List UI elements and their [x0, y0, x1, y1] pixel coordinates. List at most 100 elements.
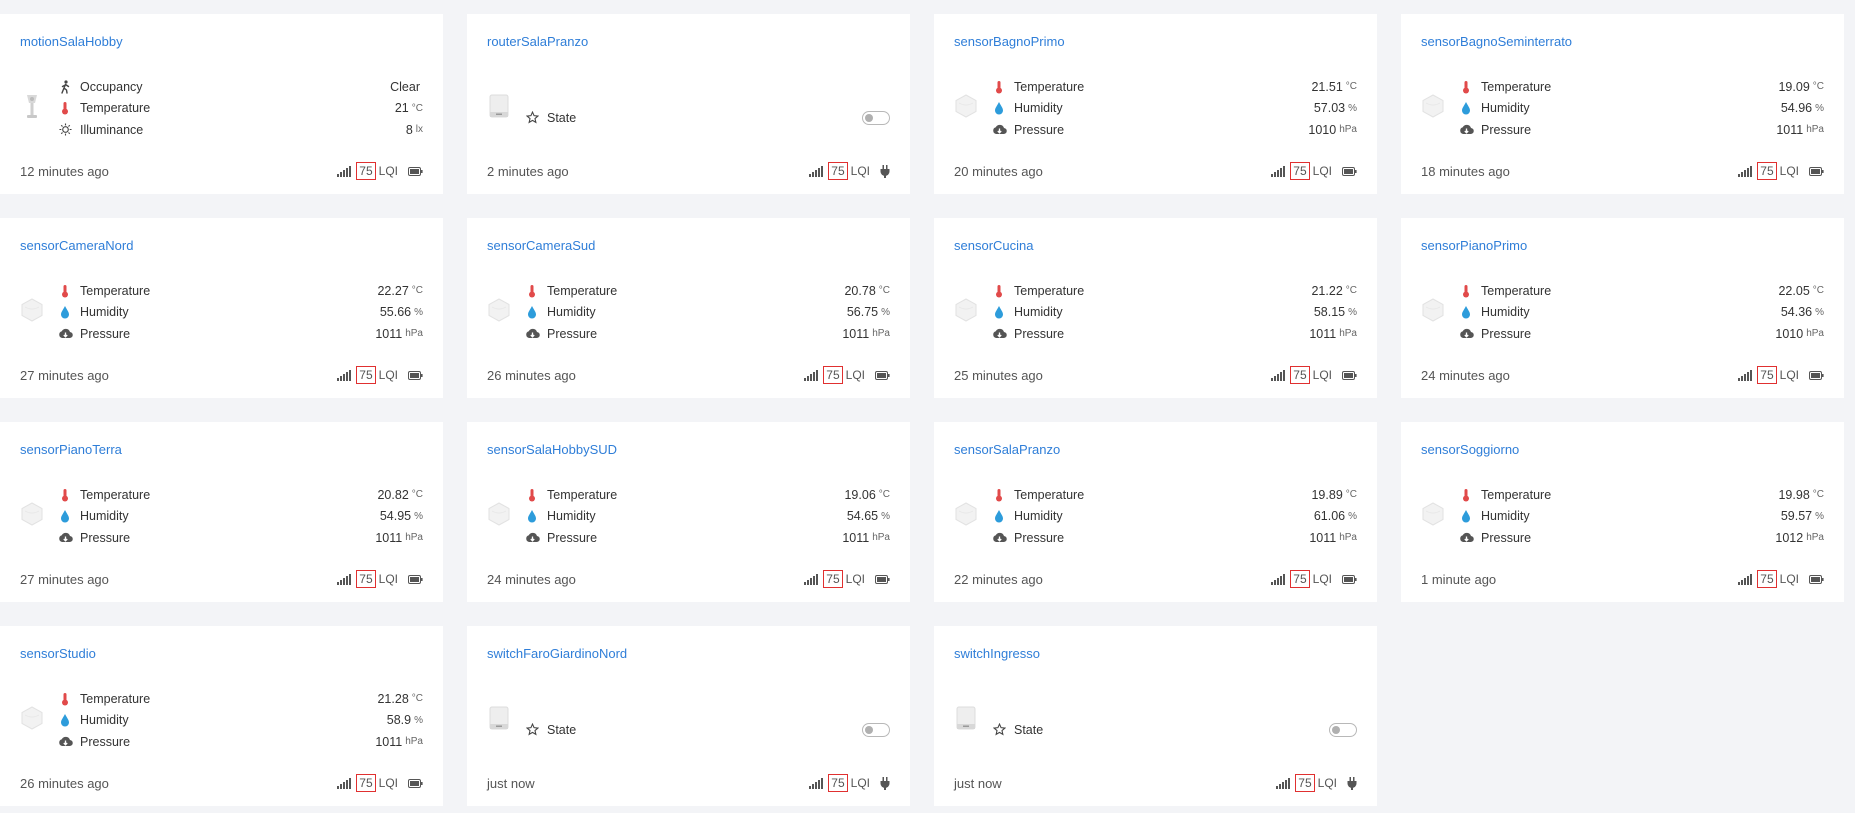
last-seen-time: 18 minutes ago [1421, 163, 1510, 179]
state-toggle[interactable] [862, 110, 890, 125]
property-label: Temperature [80, 487, 151, 502]
thermometer-icon [1457, 488, 1475, 502]
property-row: Temperature 22.27 °C [56, 280, 423, 302]
property-label: Humidity [80, 713, 129, 728]
device-name-link[interactable]: switchFaroGiardinoNord [487, 646, 627, 661]
device-name-link[interactable]: sensorPianoPrimo [1421, 238, 1527, 253]
property-unit: °C [1345, 81, 1357, 93]
property-label: Temperature [1014, 487, 1085, 502]
property-unit: % [1815, 102, 1824, 114]
battery-icon [1342, 166, 1357, 176]
property-list: Temperature 21.51 °C Humidity 57.03% Pressure… [990, 76, 1357, 141]
thermometer-icon [56, 488, 74, 502]
plug-icon [880, 776, 890, 790]
lqi-value: 75 [828, 774, 848, 792]
property-row: State [523, 107, 890, 129]
drop-icon [990, 509, 1008, 523]
device-name-link[interactable]: sensorSoggiorno [1421, 442, 1519, 457]
drop-icon [1457, 305, 1475, 319]
property-unit: % [1348, 306, 1357, 318]
property-value: 19.89 [1311, 487, 1343, 502]
battery-icon [408, 370, 423, 380]
drop-icon [523, 509, 541, 523]
device-card: sensorCucina Temperature 21.22 °C Humidity 58… [934, 218, 1377, 398]
device-name-link[interactable]: sensorCameraNord [20, 238, 133, 253]
property-row: Humidity 54.65% [523, 506, 890, 528]
state-toggle[interactable] [1329, 722, 1357, 737]
property-label: Humidity [1014, 509, 1063, 524]
battery-icon [408, 166, 423, 176]
state-toggle[interactable] [862, 722, 890, 737]
property-label: Pressure [547, 530, 598, 545]
device-name-link[interactable]: sensorSalaPranzo [954, 442, 1060, 457]
lqi-label: LQI [1317, 776, 1337, 790]
property-list: Temperature 19.98 °C Humidity 59.57% Pressure… [1457, 484, 1824, 549]
power-source-battery [1809, 166, 1824, 176]
property-row: Temperature 21.28 °C [56, 688, 423, 710]
device-name-link[interactable]: sensorCucina [954, 238, 1034, 253]
property-list: State [523, 107, 890, 129]
property-label: Pressure [1481, 530, 1532, 545]
property-row: Humidity 54.95% [56, 506, 423, 528]
last-seen-time: 1 minute ago [1421, 571, 1497, 587]
property-row: State [990, 719, 1357, 741]
lqi-label: LQI [1312, 164, 1332, 178]
card-footer: 26 minutes ago 75 LQI [487, 366, 890, 384]
signal-bars-icon [1738, 369, 1753, 381]
property-value: 59.57 [1780, 509, 1813, 524]
device-name-link[interactable]: switchIngresso [954, 646, 1040, 661]
lqi-value: 75 [1290, 570, 1310, 588]
property-row: Temperature 19.06 °C [523, 484, 890, 506]
device-name-link[interactable]: motionSalaHobby [20, 34, 123, 49]
property-row: Humidity 61.06% [990, 506, 1357, 528]
device-card: switchIngresso State just now 75 LQI [934, 626, 1377, 806]
property-label: Pressure [80, 530, 131, 545]
device-name-link[interactable]: sensorCameraSud [487, 238, 595, 253]
property-label: State [547, 722, 577, 737]
link-quality: 75 LQI [1738, 162, 1824, 180]
property-value: 1010 [1775, 326, 1804, 341]
property-value: 20.82 [377, 487, 409, 502]
device-name-link[interactable]: sensorSalaHobbySUD [487, 442, 617, 457]
property-value: 1012 [1775, 530, 1804, 545]
power-source-plug [880, 776, 890, 790]
link-quality: 75 LQI [804, 366, 890, 384]
property-row: Humidity 58.15% [990, 302, 1357, 324]
device-name-link[interactable]: routerSalaPranzo [487, 34, 588, 49]
cloud-download-icon [56, 735, 74, 749]
last-seen-time: 20 minutes ago [954, 163, 1043, 179]
link-quality: 75 LQI [1271, 162, 1357, 180]
signal-bars-icon [337, 165, 352, 177]
cloud-download-icon [990, 327, 1008, 341]
property-unit: % [881, 306, 890, 318]
drop-icon [1457, 101, 1475, 115]
property-list: Temperature 22.27 °C Humidity 55.66% Pressure… [56, 280, 423, 345]
property-value: 1011 [842, 326, 870, 341]
property-label: Pressure [80, 326, 131, 341]
link-quality: 75 LQI [337, 570, 423, 588]
power-source-battery [408, 370, 423, 380]
property-row: Occupancy Clear [56, 76, 423, 98]
property-unit: % [414, 306, 423, 318]
cloud-download-icon [56, 327, 74, 341]
device-name-link[interactable]: sensorStudio [20, 646, 96, 661]
property-row: Temperature 21.22 °C [990, 280, 1357, 302]
property-unit: % [1815, 510, 1824, 522]
device-card: sensorSalaPranzo Temperature 19.89 °C Humidi… [934, 422, 1377, 602]
lqi-value: 75 [356, 366, 376, 384]
power-source-battery [1342, 574, 1357, 584]
power-source-battery [408, 778, 423, 788]
last-seen-time: 24 minutes ago [487, 571, 576, 587]
device-image-climate-sensor [952, 296, 980, 324]
property-value: 55.66 [379, 305, 412, 320]
property-value: 22.27 [377, 283, 409, 298]
device-name-link[interactable]: sensorPianoTerra [20, 442, 122, 457]
device-name-link[interactable]: sensorBagnoSeminterrato [1421, 34, 1572, 49]
drop-icon [523, 305, 541, 319]
device-card: sensorCameraNord Temperature 22.27 °C Humidi… [0, 218, 443, 398]
property-row: Pressure 1011 hPa [56, 731, 423, 753]
device-name-link[interactable]: sensorBagnoPrimo [954, 34, 1065, 49]
property-value: 1011 [375, 734, 403, 749]
device-image-climate-sensor [485, 296, 513, 324]
battery-icon [1809, 574, 1824, 584]
